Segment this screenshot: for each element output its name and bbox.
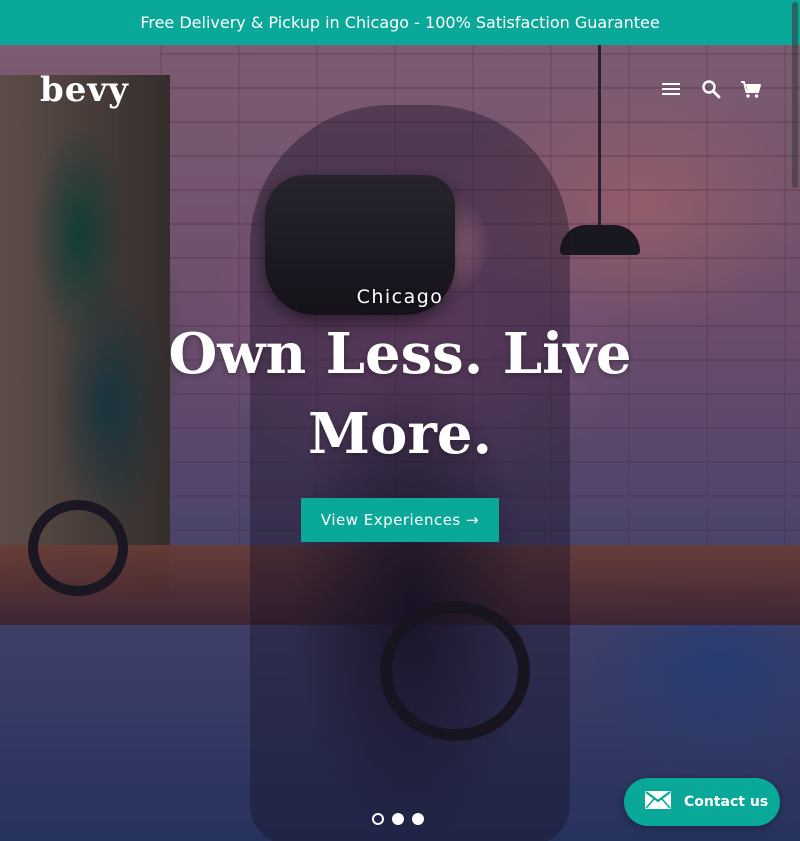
- menu-icon[interactable]: [660, 78, 682, 100]
- site-logo[interactable]: bevy: [40, 70, 129, 110]
- cart-icon[interactable]: [740, 78, 762, 100]
- slide-dot-2[interactable]: [392, 813, 404, 825]
- view-experiences-button[interactable]: View Experiences →: [300, 498, 500, 542]
- announcement-bar[interactable]: Free Delivery & Pickup in Chicago - 100%…: [0, 0, 800, 45]
- slideshow-dots: [372, 813, 424, 825]
- contact-us-button[interactable]: Contact us: [624, 778, 780, 826]
- search-icon[interactable]: [700, 78, 722, 100]
- envelope-icon: [644, 790, 672, 814]
- contact-us-label: Contact us: [684, 794, 769, 810]
- hero-headline: Own Less. Live More.: [168, 321, 632, 467]
- page: Free Delivery & Pickup in Chicago - 100%…: [0, 0, 800, 841]
- header-icons: [660, 78, 762, 100]
- page-scrollbar[interactable]: [792, 2, 798, 188]
- announcement-text: Free Delivery & Pickup in Chicago - 100%…: [140, 13, 660, 32]
- slide-dot-1[interactable]: [372, 813, 384, 825]
- hero-subheading: Chicago: [356, 286, 444, 308]
- hero-content: Chicago Own Less. Live More. View Experi…: [0, 286, 800, 542]
- slide-dot-3[interactable]: [412, 813, 424, 825]
- view-experiences-label: View Experiences →: [320, 511, 480, 529]
